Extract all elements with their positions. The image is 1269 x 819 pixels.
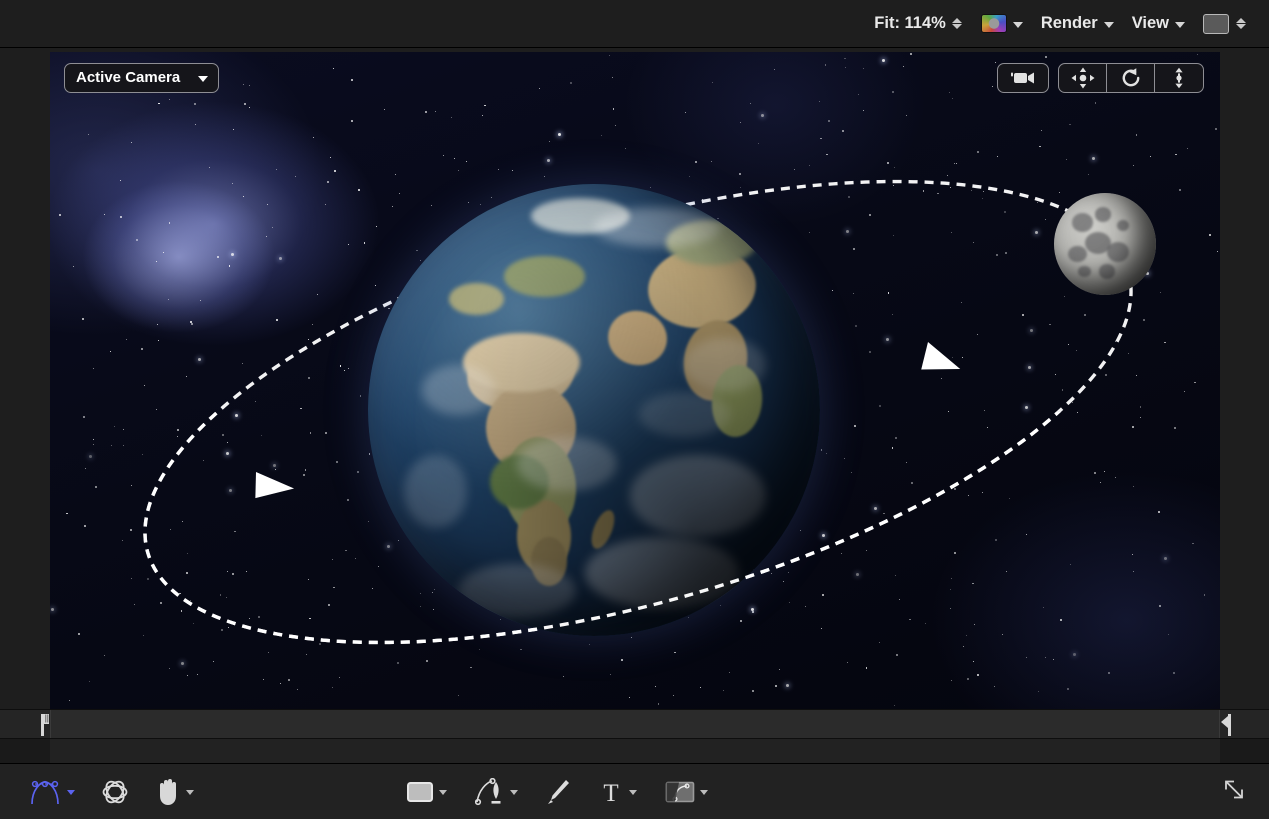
view-menu[interactable]: View: [1123, 11, 1194, 36]
camera-toggle-button[interactable]: [997, 63, 1049, 93]
bottom-toolbar-center-group: T: [400, 774, 714, 810]
dolly-camera-button[interactable]: [1155, 64, 1203, 92]
video-camera-icon: [1010, 70, 1036, 86]
earth-terminator-shading: [368, 184, 820, 636]
motion-canvas-window: Fit: 114% Render View: [0, 0, 1269, 819]
orbit-camera-button[interactable]: [1107, 64, 1155, 92]
timeline-track-secondary[interactable]: [50, 739, 1220, 763]
layout-stepper-icon[interactable]: [1235, 18, 1246, 29]
paint-tool[interactable]: [540, 774, 576, 810]
color-channels-control[interactable]: [972, 11, 1032, 36]
timeline-track[interactable]: [50, 710, 1220, 738]
fit-zoom-control[interactable]: Fit: 114%: [865, 11, 972, 36]
canvas-top-toolbar: Fit: 114% Render View: [0, 0, 1269, 48]
chevron-down-icon[interactable]: [629, 790, 637, 795]
in-point-marker[interactable]: [36, 714, 49, 736]
paintbrush-icon: [546, 778, 570, 806]
layout-square-icon: [1203, 14, 1229, 34]
bottom-toolbar-left-group: [22, 774, 200, 810]
chevron-down-icon[interactable]: [1175, 22, 1185, 28]
four-way-arrows-icon: [1071, 67, 1095, 89]
pen-nib-icon: [475, 778, 505, 806]
render-menu-label: Render: [1041, 14, 1098, 33]
canvas-bottom-toolbar: T: [0, 763, 1269, 819]
fit-stepper-icon[interactable]: [952, 18, 963, 29]
chevron-down-icon[interactable]: [67, 790, 75, 795]
orbit-atom-icon: [101, 778, 129, 806]
out-point-marker[interactable]: [1220, 714, 1233, 736]
pan-camera-button[interactable]: [1059, 64, 1107, 92]
rotate-arrow-icon: [1120, 67, 1142, 89]
pan-tool[interactable]: [149, 774, 200, 810]
viewport-canvas[interactable]: Active Camera: [50, 52, 1220, 709]
chevron-down-icon[interactable]: [510, 790, 518, 795]
up-down-arrows-icon: [1171, 67, 1187, 89]
chevron-down-icon[interactable]: [1104, 22, 1114, 28]
text-tool[interactable]: T: [592, 775, 643, 809]
resize-handle[interactable]: [1219, 774, 1249, 809]
timeline-secondary-row[interactable]: [0, 739, 1269, 763]
layout-control[interactable]: [1194, 11, 1255, 37]
fit-zoom-label: Fit: 114%: [874, 14, 946, 33]
svg-text:T: T: [603, 780, 618, 805]
chevron-down-icon[interactable]: [198, 76, 208, 82]
view-menu-label: View: [1132, 14, 1169, 33]
chevron-down-icon[interactable]: [700, 790, 708, 795]
moon-sphere[interactable]: [1054, 193, 1156, 295]
render-menu[interactable]: Render: [1032, 11, 1123, 36]
text-T-icon: T: [598, 779, 624, 805]
diagonal-resize-arrow-icon: [1219, 774, 1249, 804]
pen-tool[interactable]: [469, 774, 524, 810]
transform-tool[interactable]: [22, 775, 81, 809]
canvas-area[interactable]: Active Camera: [0, 48, 1269, 709]
camera-mode-segmented-control: [1058, 63, 1204, 93]
rectangle-icon: [406, 781, 434, 803]
3d-transform-tool[interactable]: [95, 774, 135, 810]
timeline-ruler-row[interactable]: [0, 709, 1269, 739]
earth-sphere[interactable]: [368, 184, 820, 636]
shape-tool[interactable]: [400, 777, 453, 807]
active-camera-label: Active Camera: [76, 69, 180, 86]
hand-icon: [155, 778, 181, 806]
chevron-down-icon[interactable]: [439, 790, 447, 795]
bezier-transform-icon: [28, 779, 62, 805]
chevron-down-icon[interactable]: [186, 790, 194, 795]
color-wheel-icon: [981, 14, 1007, 33]
camera-controls-group: [997, 63, 1204, 93]
mask-shape-icon: [665, 780, 695, 804]
active-camera-dropdown[interactable]: Active Camera: [64, 63, 219, 93]
mask-tool[interactable]: [659, 776, 714, 808]
mini-timeline[interactable]: [0, 709, 1269, 763]
chevron-down-icon[interactable]: [1013, 22, 1023, 28]
